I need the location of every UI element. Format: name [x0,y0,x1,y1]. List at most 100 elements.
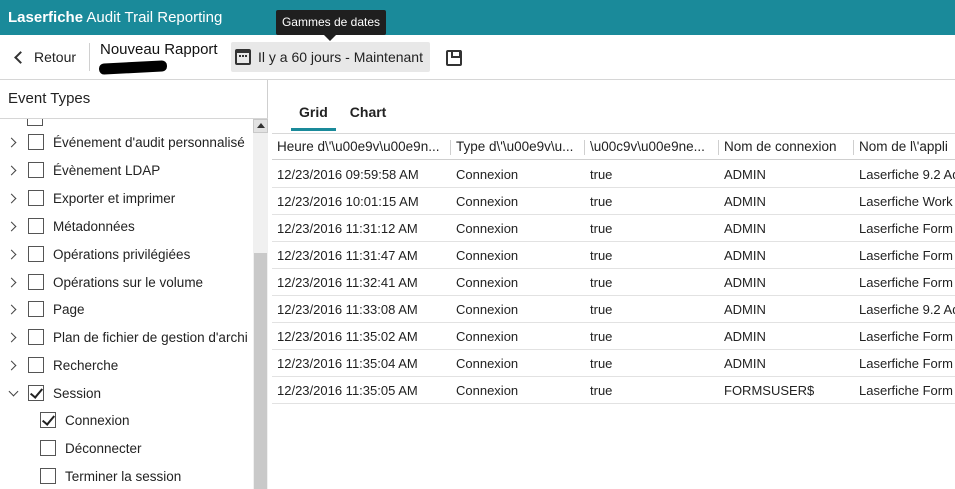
table-cell: Laserfiche Form [859,248,953,263]
scrollbar-thumb[interactable] [254,253,267,489]
tree-item-ldap[interactable]: Évènement LDAP [0,156,252,184]
chevron-right-icon[interactable] [8,193,18,203]
redaction-mark [98,60,168,75]
table-cell: ADMIN [724,356,766,371]
table-row[interactable]: 12/23/2016 11:31:12 AM Connexion true AD… [272,215,955,242]
checkbox[interactable] [28,329,44,345]
checkbox[interactable] [28,357,44,373]
table-cell: true [590,329,613,344]
tree-item-export-print[interactable]: Exporter et imprimer [0,184,252,212]
tree-item-label: Terminer la session [65,468,182,484]
table-cell: 12/23/2016 11:35:02 AM [277,329,418,344]
chevron-down-icon[interactable] [8,388,18,398]
tab-chart[interactable]: Chart [342,104,395,131]
app-brand: Laserfiche [8,9,84,26]
table-cell: Laserfiche Work [859,194,953,209]
tree-item-label: Recherche [53,357,119,373]
checkbox[interactable] [28,246,44,262]
scroll-up-arrow-icon[interactable] [253,119,268,133]
back-button[interactable]: Retour [10,45,76,69]
table-cell: true [590,194,613,209]
chevron-right-icon[interactable] [8,304,18,314]
table-cell: Connexion [456,356,519,371]
table-cell: 12/23/2016 11:33:08 AM [277,302,418,317]
view-tabs: Grid Chart [291,104,400,131]
chevron-right-icon[interactable] [8,165,18,175]
table-cell: ADMIN [724,275,766,290]
table-cell: true [590,221,613,236]
table-row[interactable]: 12/23/2016 11:33:08 AM Connexion true AD… [272,296,955,323]
toolbar: Retour Nouveau Rapport Il y a 60 jours -… [0,35,955,80]
table-cell: Connexion [456,383,519,398]
calendar-icon [235,49,251,65]
tree-item-label: Déconnecter [65,440,142,456]
table-row[interactable]: 12/23/2016 09:59:58 AM Connexion true AD… [272,161,955,188]
tree-row-partial [0,119,252,127]
tree-item-metadata[interactable]: Métadonnées [0,212,252,240]
checkbox[interactable] [28,301,44,317]
column-header-event-time[interactable]: Heure d\'\u00e9v\u00e9n... [272,134,451,160]
tree-item-label: Session [53,385,102,401]
column-header-label: Heure d\'\u00e9v\u00e9n... [277,139,440,154]
tree-scrollbar[interactable] [253,119,268,489]
chevron-right-icon[interactable] [8,332,18,342]
tree-item-connexion[interactable]: Connexion [0,406,252,434]
checkbox-checked[interactable] [28,385,44,401]
table-cell: Connexion [456,329,519,344]
tree-item-label: Opérations sur le volume [53,274,204,290]
tree-item-terminate-session[interactable]: Terminer la session [0,462,252,489]
table-row[interactable]: 12/23/2016 10:01:15 AM Connexion true AD… [272,188,955,215]
grid-header: Heure d\'\u00e9v\u00e9n... Type d\'\u00e… [272,133,955,160]
table-cell: 12/23/2016 11:35:04 AM [277,356,418,371]
tree-item-page[interactable]: Page [0,295,252,323]
table-row[interactable]: 12/23/2016 11:35:05 AM Connexion true FO… [272,377,955,404]
chevron-right-icon[interactable] [8,249,18,259]
checkbox[interactable] [28,218,44,234]
checkbox[interactable] [40,468,56,484]
tree-item-session[interactable]: Session [0,379,252,407]
table-cell: Connexion [456,167,519,182]
table-cell: Connexion [456,221,519,236]
checkbox[interactable] [28,190,44,206]
tree-item-label: Événement d'audit personnalisé [53,134,245,150]
tree-item-search[interactable]: Recherche [0,351,252,379]
table-row[interactable]: 12/23/2016 11:32:41 AM Connexion true AD… [272,269,955,296]
report-panel: Grid Chart Heure d\'\u00e9v\u00e9n... Ty… [269,80,955,489]
tab-grid[interactable]: Grid [291,104,336,131]
tree-item-deconnecter[interactable]: Déconnecter [0,434,252,462]
date-range-label: Il y a 60 jours - Maintenant [258,49,423,65]
results-grid: Heure d\'\u00e9v\u00e9n... Type d\'\u00e… [272,133,955,404]
save-icon[interactable] [446,50,462,66]
chevron-right-icon[interactable] [8,137,18,147]
table-cell: 12/23/2016 11:35:05 AM [277,383,418,398]
checkbox-checked[interactable] [40,412,56,428]
checkbox[interactable] [28,274,44,290]
table-row[interactable]: 12/23/2016 11:35:02 AM Connexion true AD… [272,323,955,350]
table-cell: true [590,248,613,263]
chevron-right-icon[interactable] [8,221,18,231]
checkbox[interactable] [27,119,43,126]
date-range-button[interactable]: Il y a 60 jours - Maintenant [231,42,430,72]
table-cell: true [590,275,613,290]
table-cell: FORMSUSER$ [724,383,815,398]
checkbox[interactable] [28,134,44,150]
chevron-right-icon[interactable] [8,277,18,287]
table-row[interactable]: 12/23/2016 11:31:47 AM Connexion true AD… [272,242,955,269]
toolbar-divider [89,43,90,71]
tree-item-volume-ops[interactable]: Opérations sur le volume [0,268,252,296]
back-button-label: Retour [34,49,77,65]
column-header-event-type[interactable]: Type d\'\u00e9v\u... [451,134,585,160]
tree-item-privileged-ops[interactable]: Opérations privilégiées [0,240,252,268]
column-header-login-name[interactable]: Nom de connexion [719,134,854,160]
table-cell: ADMIN [724,221,766,236]
column-header-app-name[interactable]: Nom de l\'appli [854,134,955,160]
checkbox[interactable] [40,440,56,456]
checkbox[interactable] [28,162,44,178]
column-header-event[interactable]: \u00c9v\u00e9ne... [585,134,719,160]
table-row[interactable]: 12/23/2016 11:35:04 AM Connexion true AD… [272,350,955,377]
tree-item-label: Évènement LDAP [53,162,161,178]
table-cell: Laserfiche Form [859,329,953,344]
tree-item-custom-audit[interactable]: Événement d'audit personnalisé [0,128,252,156]
tree-item-records-plan[interactable]: Plan de fichier de gestion d'archi [0,323,252,351]
chevron-right-icon[interactable] [8,360,18,370]
